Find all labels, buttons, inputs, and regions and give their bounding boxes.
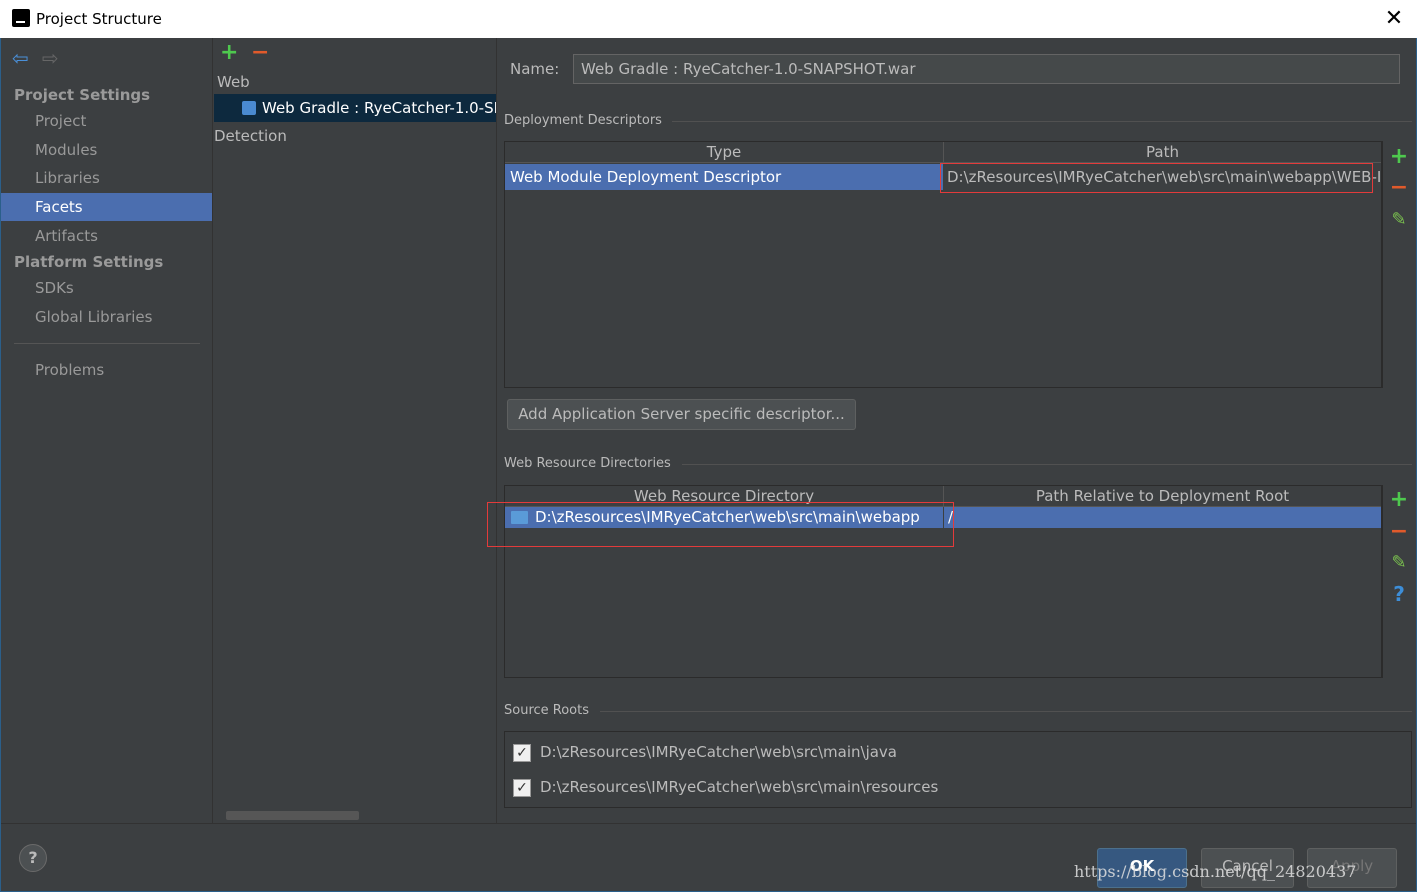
table-row[interactable]: Web Module Deployment Descriptor D:\zRes… (505, 164, 1381, 190)
source-root-checkbox[interactable]: ✓ (513, 744, 531, 762)
nav-divider (14, 343, 200, 344)
web-resource-directory-cell: D:\zResources\IMRyeCatcher\web\src\main\… (535, 508, 920, 526)
add-web-resource-icon[interactable]: + (1382, 487, 1416, 512)
column-header-web-resource-directory[interactable]: Web Resource Directory (505, 486, 943, 507)
horizontal-scrollbar[interactable] (226, 811, 359, 820)
source-roots-title: Source Roots (504, 703, 590, 718)
close-icon[interactable]: ✕ (1381, 6, 1407, 32)
cell-separator (943, 507, 944, 528)
platform-settings-header: Platform Settings (14, 253, 164, 271)
back-arrow-icon[interactable]: ⇦ (12, 46, 29, 70)
column-header-relative-path[interactable]: Path Relative to Deployment Root (944, 486, 1381, 507)
nav-item-artifacts[interactable]: Artifacts (1, 222, 212, 250)
tree-item-web-gradle[interactable]: Web Gradle : RyeCatcher-1.0-SNAPSHOT.war (214, 94, 496, 122)
nav-item-sdks[interactable]: SDKs (1, 274, 212, 302)
group-divider (600, 711, 1412, 712)
watermark-text: https://blog.csdn.net/qq_24820437 (1074, 862, 1357, 881)
add-facet-icon[interactable]: + (220, 40, 238, 65)
nav-item-project[interactable]: Project (1, 107, 212, 135)
nav-item-global-libraries[interactable]: Global Libraries (1, 303, 212, 331)
folder-icon (511, 511, 528, 524)
nav-item-modules[interactable]: Modules (1, 136, 212, 164)
nav-item-libraries[interactable]: Libraries (1, 164, 212, 192)
column-header-path[interactable]: Path (944, 142, 1381, 163)
tree-item-detection[interactable]: Detection (214, 127, 287, 145)
edit-web-resource-icon[interactable]: ✎ (1382, 552, 1416, 573)
relative-path-cell[interactable]: / (948, 507, 953, 528)
help-button[interactable]: ? (19, 844, 47, 872)
title-bar (0, 0, 1417, 38)
tree-group-web[interactable]: Web (217, 73, 250, 91)
remove-facet-icon[interactable]: − (251, 40, 269, 65)
group-divider (682, 464, 1412, 465)
table-row[interactable]: D:\zResources\IMRyeCatcher\web\src\main\… (505, 507, 1381, 528)
group-divider (672, 121, 1412, 122)
deployment-descriptors-title: Deployment Descriptors (504, 113, 662, 128)
add-descriptor-icon[interactable]: + (1382, 144, 1416, 169)
source-root-path: D:\zResources\IMRyeCatcher\web\src\main\… (540, 743, 897, 761)
descriptor-type-cell: Web Module Deployment Descriptor (510, 168, 782, 186)
web-facet-icon (242, 101, 256, 115)
help-icon[interactable]: ? (1382, 582, 1416, 606)
name-field[interactable]: Web Gradle : RyeCatcher-1.0-SNAPSHOT.war (573, 54, 1400, 84)
tree-item-label: Web Gradle : RyeCatcher-1.0-SNAPSHOT.war (262, 99, 496, 117)
remove-web-resource-icon[interactable]: − (1382, 519, 1416, 544)
add-server-descriptor-button[interactable]: Add Application Server specific descript… (507, 399, 856, 430)
name-label: Name: (510, 60, 560, 78)
window-title: Project Structure (36, 10, 162, 28)
descriptor-path-cell[interactable]: D:\zResources\IMRyeCatcher\web\src\main\… (947, 164, 1381, 190)
column-header-type[interactable]: Type (505, 142, 943, 163)
forward-arrow-icon[interactable]: ⇨ (42, 46, 59, 70)
nav-item-problems[interactable]: Problems (1, 356, 212, 384)
web-resource-directories-title: Web Resource Directories (504, 456, 671, 471)
source-root-checkbox[interactable]: ✓ (513, 779, 531, 797)
facets-tree-panel (212, 38, 497, 823)
intellij-app-icon (12, 9, 30, 27)
edit-descriptor-icon[interactable]: ✎ (1382, 209, 1416, 230)
source-root-path: D:\zResources\IMRyeCatcher\web\src\main\… (540, 778, 939, 796)
nav-item-facets[interactable]: Facets (1, 193, 212, 221)
remove-descriptor-icon[interactable]: − (1382, 175, 1416, 200)
project-settings-header: Project Settings (14, 86, 151, 104)
